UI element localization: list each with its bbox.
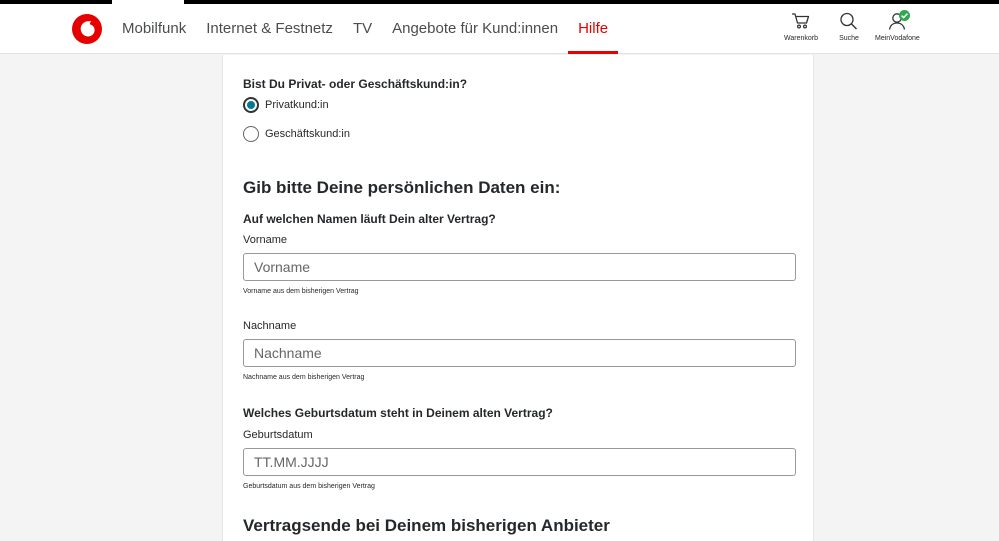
vodafone-logo[interactable]	[72, 14, 102, 44]
top-accent-bar	[0, 0, 112, 4]
main-navigation: Mobilfunk Internet & Festnetz TV Angebot…	[122, 4, 628, 54]
contract-end-title: Vertragsende bei Deinem bisherigen Anbie…	[243, 516, 610, 535]
radio-option-privat[interactable]: Privatkund:in	[243, 97, 329, 113]
nav-mobilfunk[interactable]: Mobilfunk	[122, 4, 186, 54]
top-header: Mobilfunk Internet & Festnetz TV Angebot…	[0, 0, 999, 54]
header-tools: Warenkorb Suche MeinVodafone	[775, 10, 920, 42]
birthdate-question: Welches Geburtsdatum steht in Deinem alt…	[243, 406, 553, 420]
firstname-helper: Vorname aus dem bisherigen Vertrag	[243, 288, 359, 295]
radio-geschaeft-label: Geschäftskund:in	[265, 128, 350, 140]
name-question: Auf welchen Namen läuft Dein alter Vertr…	[243, 212, 496, 226]
cart-icon	[792, 13, 810, 29]
radio-privat-label: Privatkund:in	[265, 99, 329, 111]
firstname-label: Vorname	[243, 234, 288, 246]
account-label: MeinVodafone	[875, 35, 920, 42]
birthdate-label: Geburtsdatum	[243, 429, 313, 441]
search-button[interactable]: Suche	[827, 10, 871, 42]
nav-tv[interactable]: TV	[353, 4, 372, 54]
logged-in-check-icon	[899, 10, 910, 21]
lastname-label: Nachname	[243, 320, 297, 332]
customer-type-question: Bist Du Privat- oder Geschäftskund:in?	[243, 77, 468, 91]
radio-option-geschaeft[interactable]: Geschäftskund:in	[243, 126, 350, 142]
personal-data-title: Gib bitte Deine persönlichen Daten ein:	[243, 178, 561, 197]
birthdate-input[interactable]	[243, 448, 796, 476]
cart-label: Warenkorb	[784, 35, 818, 42]
firstname-input[interactable]	[243, 253, 796, 281]
cart-button[interactable]: Warenkorb	[779, 10, 823, 42]
lastname-input[interactable]	[243, 339, 796, 367]
nav-hilfe[interactable]: Hilfe	[568, 4, 619, 54]
lastname-helper: Nachname aus dem bisherigen Vertrag	[243, 374, 365, 381]
search-icon	[840, 12, 857, 30]
radio-privat[interactable]	[243, 97, 259, 113]
account-button[interactable]: MeinVodafone	[875, 10, 920, 42]
radio-geschaeft[interactable]	[243, 126, 259, 142]
form-card: Bist Du Privat- oder Geschäftskund:in? P…	[222, 55, 814, 541]
nav-angebote[interactable]: Angebote für Kund:innen	[392, 4, 558, 54]
checkmark-icon	[901, 13, 908, 19]
vodafone-speechmark-icon	[80, 21, 95, 37]
search-label: Suche	[839, 35, 859, 42]
birthdate-helper: Geburtsdatum aus dem bisherigen Vertrag	[243, 483, 375, 490]
nav-internet-festnetz[interactable]: Internet & Festnetz	[206, 4, 333, 54]
